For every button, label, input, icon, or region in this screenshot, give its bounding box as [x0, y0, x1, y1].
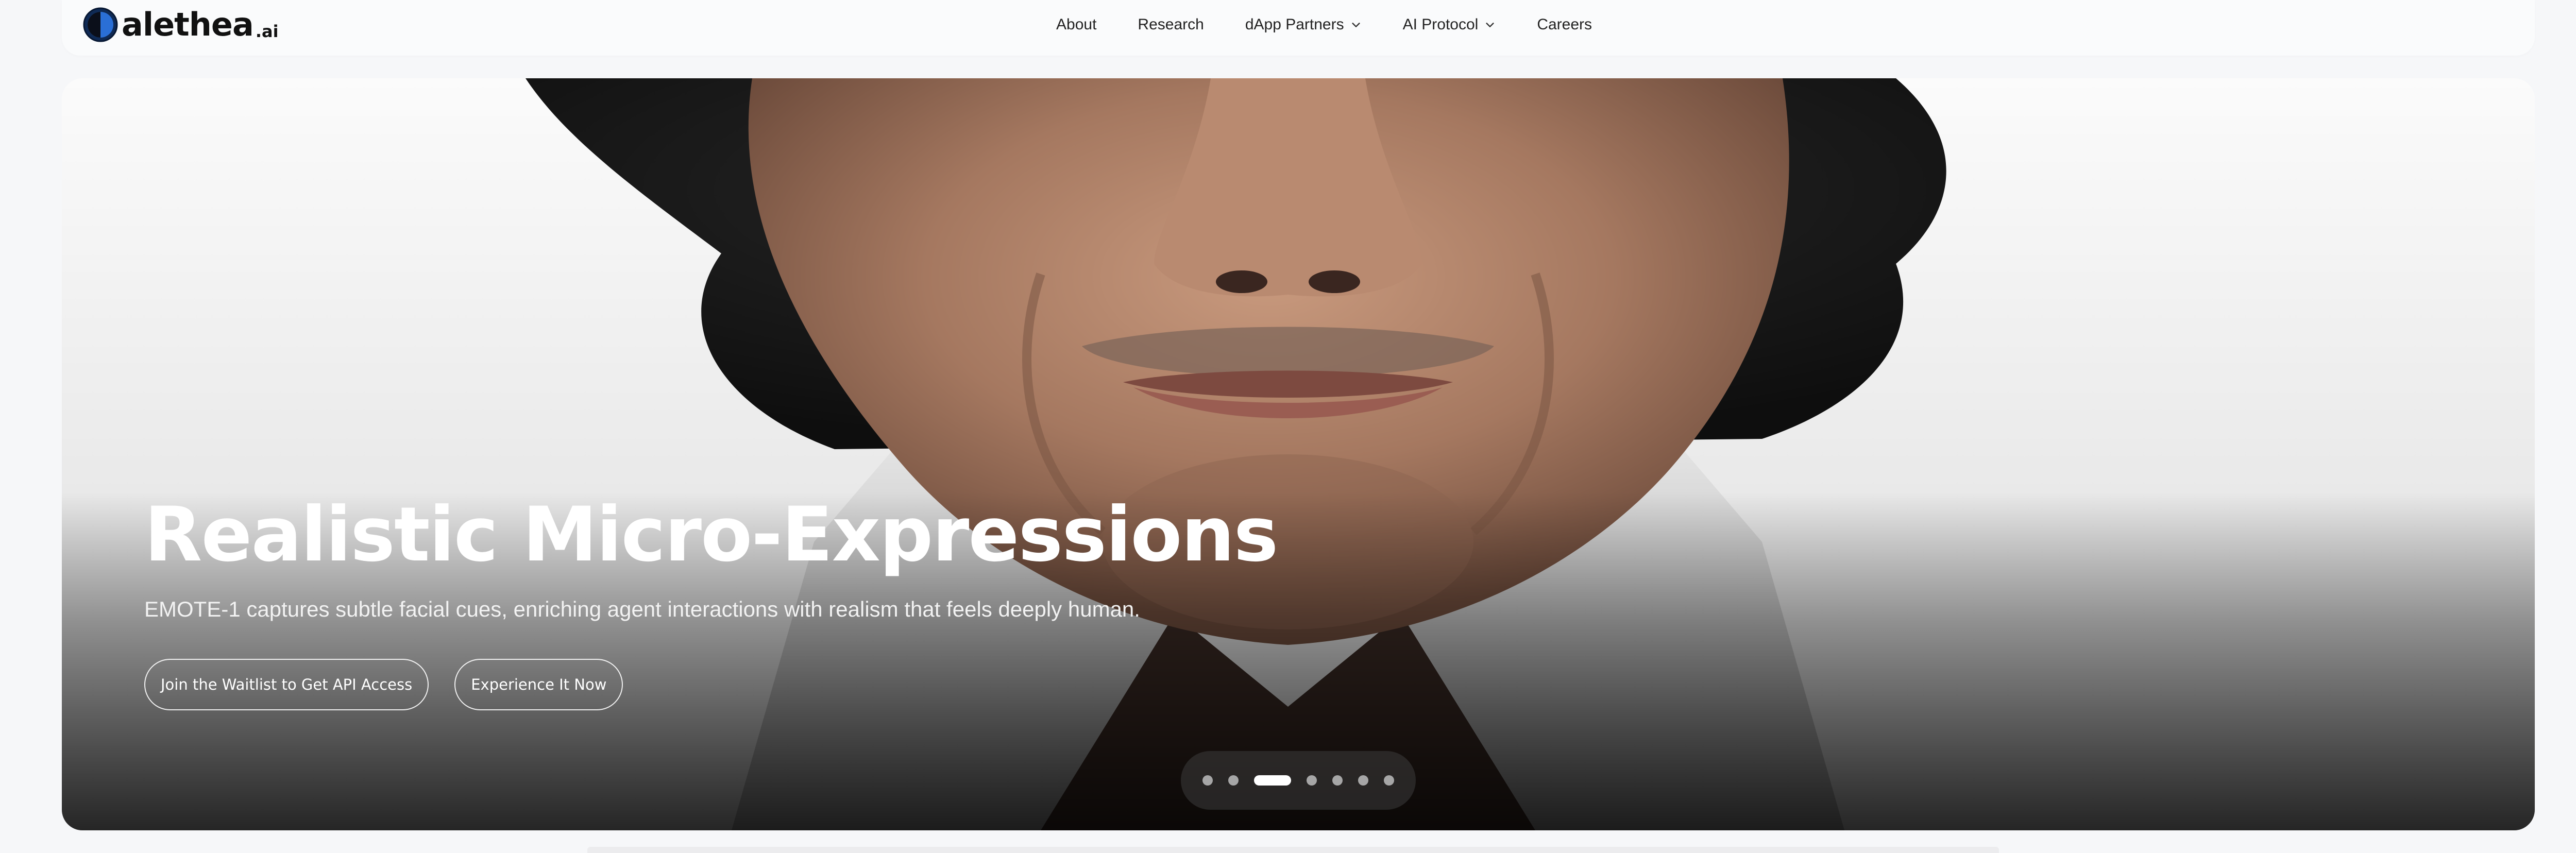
- carousel-dot[interactable]: [1384, 775, 1394, 786]
- nav-careers-label: Careers: [1537, 16, 1592, 33]
- nav-ai-protocol-dropdown[interactable]: AI Protocol: [1403, 16, 1496, 33]
- nav-dapp-partners-dropdown[interactable]: dApp Partners: [1245, 16, 1362, 33]
- nav-research[interactable]: Research: [1138, 16, 1204, 33]
- hero-content: Realistic Micro-Expressions EMOTE-1 capt…: [144, 491, 1587, 711]
- brand-name: alethea: [122, 6, 254, 43]
- hero-carousel: Realistic Micro-Expressions EMOTE-1 capt…: [62, 78, 2535, 830]
- hero-subtitle: EMOTE-1 captures subtle facial cues, enr…: [144, 597, 1140, 622]
- carousel-dot[interactable]: [1332, 775, 1343, 786]
- brand-tld: .ai: [255, 22, 279, 41]
- primary-nav: About Research dApp Partners AI Protocol…: [1056, 0, 1592, 49]
- nav-ai-protocol-label: AI Protocol: [1402, 16, 1479, 33]
- experience-it-now-button[interactable]: Experience It Now: [454, 659, 623, 711]
- carousel-dot[interactable]: [1228, 775, 1239, 786]
- nav-research-label: Research: [1138, 16, 1204, 33]
- hero-cta-group: Join the Waitlist to Get API Access Expe…: [144, 659, 1587, 711]
- chevron-down-icon: [1351, 23, 1360, 27]
- carousel-dot[interactable]: [1307, 775, 1317, 786]
- nav-careers[interactable]: Careers: [1537, 16, 1592, 33]
- hero-portrait-image: [526, 78, 1946, 830]
- nav-about[interactable]: About: [1056, 16, 1096, 33]
- join-waitlist-button[interactable]: Join the Waitlist to Get API Access: [144, 659, 429, 711]
- brand-logo-link[interactable]: alethea .ai: [82, 6, 279, 43]
- next-section-edge: [587, 847, 1999, 853]
- carousel-pagination: [1181, 751, 1416, 810]
- nav-dapp-partners-label: dApp Partners: [1245, 16, 1344, 33]
- nav-about-label: About: [1056, 16, 1097, 33]
- carousel-dot[interactable]: [1358, 775, 1368, 786]
- carousel-dot-active[interactable]: [1254, 775, 1291, 786]
- alethea-logo-icon: [83, 7, 118, 42]
- carousel-dot[interactable]: [1202, 775, 1213, 786]
- top-navbar: alethea .ai About Research dApp Partners…: [62, 0, 2535, 56]
- chevron-down-icon: [1486, 23, 1494, 27]
- hero-title: Realistic Micro-Expressions: [144, 491, 1278, 578]
